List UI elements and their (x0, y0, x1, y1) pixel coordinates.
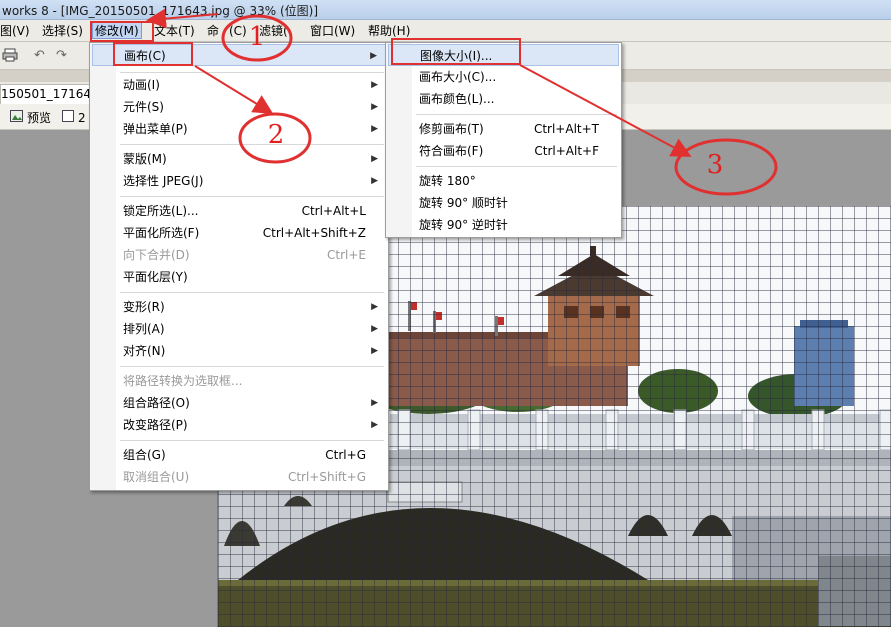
menu-separator (120, 366, 384, 367)
title-bar: works 8 - [IMG_20150501_171643.jpg @ 33%… (0, 0, 891, 20)
canvas-submenu: 图像大小(I)... 画布大小(C)... 画布颜色(L)... 修剪画布(T)… (385, 42, 622, 238)
menu-item-merge-down[interactable]: 向下合并(D) Ctrl+E (92, 244, 386, 266)
annotation-number-3: 3 (706, 150, 724, 180)
menu-separator (120, 440, 384, 441)
menu-item-convert-path-to-marquee[interactable]: 将路径转换为选取框... (92, 370, 386, 392)
two-up-icon (62, 109, 74, 127)
menu-window[interactable]: 窗口(W) (310, 23, 355, 40)
menu-text[interactable]: 文本(T) (154, 23, 195, 40)
undo-icon[interactable]: ↶ (34, 48, 45, 63)
annotation-box-image-size (391, 38, 521, 65)
menu-item-ungroup[interactable]: 取消组合(U) Ctrl+Shift+G (92, 466, 386, 488)
submenu-arrow-icon: ▶ (371, 102, 378, 112)
menu-item-combine-paths[interactable]: 组合路径(O) ▶ (92, 392, 386, 414)
print-icon[interactable] (2, 48, 18, 66)
menu-separator (120, 72, 384, 73)
document-tab[interactable]: 150501_171643 (0, 84, 100, 104)
menu-select[interactable]: 选择(S) (42, 23, 83, 40)
submenu-arrow-icon: ▶ (371, 80, 378, 90)
menu-item-symbol[interactable]: 元件(S) ▶ (92, 96, 386, 118)
menu-commands[interactable]: 命 (207, 23, 219, 40)
menu-separator (120, 292, 384, 293)
preview-icon (10, 109, 23, 127)
redo-icon[interactable]: ↷ (56, 48, 67, 63)
menu-item-trim-canvas[interactable]: 修剪画布(T) Ctrl+Alt+T (388, 118, 619, 140)
menu-item-canvas-size[interactable]: 画布大小(C)... (388, 66, 619, 88)
annotation-box-canvas (113, 42, 193, 66)
menu-item-group[interactable]: 组合(G) Ctrl+G (92, 444, 386, 466)
menu-separator (416, 114, 617, 115)
submenu-arrow-icon: ▶ (371, 420, 378, 430)
submenu-arrow-icon: ▶ (371, 176, 378, 186)
menu-separator (416, 166, 617, 167)
menu-item-canvas-color[interactable]: 画布颜色(L)... (388, 88, 619, 110)
menu-item-mask[interactable]: 蒙版(M) ▶ (92, 148, 386, 170)
menu-item-alter-path[interactable]: 改变路径(P) ▶ (92, 414, 386, 436)
menu-item-flatten-layers[interactable]: 平面化层(Y) (92, 266, 386, 288)
submenu-arrow-icon: ▶ (371, 324, 378, 334)
menu-separator (120, 144, 384, 145)
menu-item-rotate-90-ccw[interactable]: 旋转 90° 逆时针 (388, 214, 619, 236)
submenu-arrow-icon: ▶ (371, 124, 378, 134)
window-title: works 8 - [IMG_20150501_171643.jpg @ 33%… (2, 4, 319, 18)
menu-item-popup-menu[interactable]: 弹出菜单(P) ▶ (92, 118, 386, 140)
tab-two-up[interactable]: 2 (78, 109, 86, 127)
submenu-arrow-icon: ▶ (371, 346, 378, 356)
menu-item-lock-selection[interactable]: 锁定所选(L)... Ctrl+Alt+L (92, 200, 386, 222)
annotation-number-1: 1 (248, 22, 266, 52)
menu-view[interactable]: 图(V) (0, 23, 30, 40)
menu-item-animation[interactable]: 动画(I) ▶ (92, 74, 386, 96)
menu-item-transform[interactable]: 变形(R) ▶ (92, 296, 386, 318)
menu-separator (120, 196, 384, 197)
menu-item-arrange[interactable]: 排列(A) ▶ (92, 318, 386, 340)
menu-item-rotate-90-cw[interactable]: 旋转 90° 顺时针 (388, 192, 619, 214)
menu-item-rotate-180[interactable]: 旋转 180° (388, 170, 619, 192)
tab-preview[interactable]: 预览 (27, 109, 51, 127)
submenu-arrow-icon: ▶ (371, 398, 378, 408)
submenu-arrow-icon: ▶ (371, 302, 378, 312)
modify-menu: 画布(C) ▶ 动画(I) ▶ 元件(S) ▶ 弹出菜单(P) ▶ 蒙版(M) … (89, 42, 389, 491)
menu-item-flatten-selection[interactable]: 平面化所选(F) Ctrl+Alt+Shift+Z (92, 222, 386, 244)
annotation-box-modify (90, 21, 154, 42)
menu-item-align[interactable]: 对齐(N) ▶ (92, 340, 386, 362)
menu-item-selective-jpeg[interactable]: 选择性 JPEG(J) ▶ (92, 170, 386, 192)
annotation-number-2: 2 (267, 120, 285, 150)
menu-item-fit-canvas[interactable]: 符合画布(F) Ctrl+Alt+F (388, 140, 619, 162)
submenu-arrow-icon: ▶ (370, 51, 377, 61)
submenu-arrow-icon: ▶ (371, 154, 378, 164)
